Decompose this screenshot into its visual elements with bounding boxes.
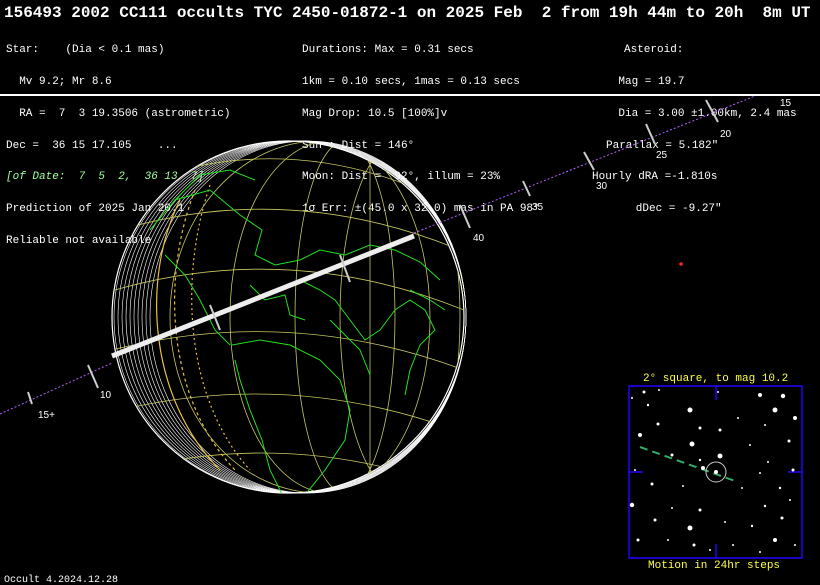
track-label: 35: [532, 202, 544, 213]
star-chart-inset: [628, 385, 803, 559]
inset-caption: Motion in 24hr steps: [648, 560, 781, 572]
software-version: Occult 4.2024.12.28: [4, 575, 119, 585]
red-dot: [679, 262, 683, 266]
occultation-map: 156493 2002 CC111 occults TYC 2450-01872…: [0, 0, 820, 585]
track-line-left: [0, 362, 113, 415]
track-label: 20: [720, 129, 732, 140]
track-label: 30: [596, 181, 608, 192]
track-label: 15: [780, 98, 792, 109]
globe-plot: 15 20 25 30 35 40 10 15+: [0, 95, 803, 559]
track-label: 15+: [38, 410, 55, 421]
track-label: 10: [100, 390, 112, 401]
track-label: 25: [656, 150, 668, 161]
track-line-right: [413, 95, 756, 234]
track-label: 40: [473, 233, 485, 244]
inset-title: 2° square, to mag 10.2: [643, 373, 789, 385]
globe-outline: [111, 140, 465, 494]
